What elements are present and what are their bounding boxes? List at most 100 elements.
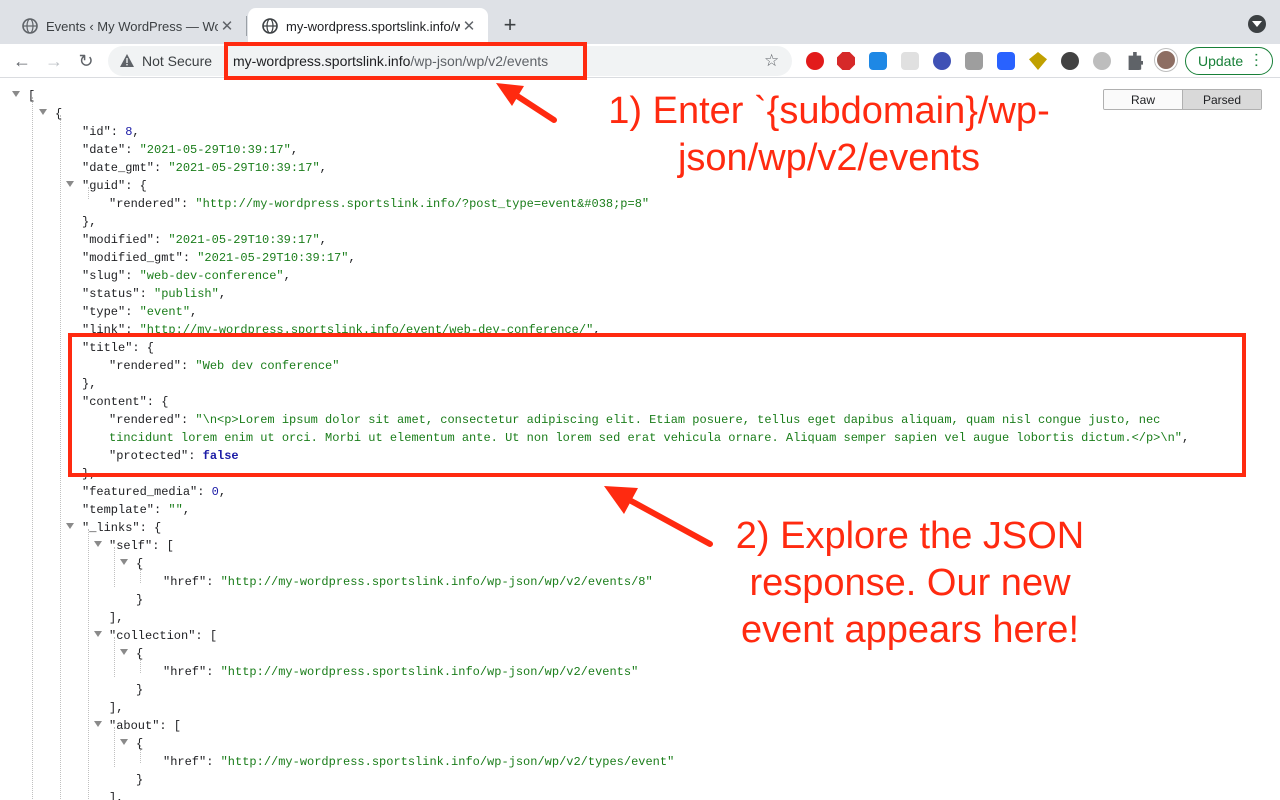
json-object-close: } (136, 593, 144, 607)
json-entry-about: "about": [ (109, 719, 182, 733)
tab-search-icon[interactable] (1248, 15, 1266, 33)
tree-guide (88, 529, 89, 800)
tab-json-events[interactable]: my-wordpress.sportslink.info/wp-json/wp/… (248, 8, 488, 44)
annotation-step2: 2) Explore the JSON response. Our new ev… (718, 513, 1102, 654)
json-value: "2021-05-29T10:39:17" (139, 143, 291, 157)
json-array-close: ], (109, 611, 124, 625)
arrow-to-content-icon (604, 486, 713, 547)
json-entry-id: "id": 8, (82, 125, 140, 139)
json-value: "web-dev-conference" (139, 269, 284, 283)
puzzle-grid-icon[interactable] (901, 52, 919, 70)
json-entry-featured-media: "featured_media": 0, (82, 485, 227, 499)
collapse-arrow-icon[interactable] (94, 721, 102, 727)
collapse-arrow-icon[interactable] (12, 91, 20, 97)
collapse-arrow-icon[interactable] (120, 649, 128, 655)
back-arrow-icon[interactable]: ← (8, 47, 36, 75)
json-entry-date-gmt: "date_gmt": "2021-05-29T10:39:17", (82, 161, 327, 175)
more-menu-icon[interactable]: ··· (1248, 52, 1265, 68)
update-label: Update (1198, 53, 1244, 69)
json-entry-guid: "guid": { (82, 179, 147, 193)
json-entry-slug: "slug": "web-dev-conference", (82, 269, 291, 283)
parsed-button[interactable]: Parsed (1182, 90, 1261, 109)
new-tab-button[interactable]: + (498, 12, 522, 37)
filter-icon[interactable] (965, 52, 983, 70)
collapse-arrow-icon[interactable] (94, 631, 102, 637)
raw-button[interactable]: Raw (1104, 90, 1182, 109)
arrow-to-url-icon (496, 83, 557, 123)
json-value: "publish" (154, 287, 219, 301)
close-tab-icon[interactable]: ✕ (460, 17, 478, 35)
annotation-step2-line3: event appears here! (740, 609, 1079, 651)
json-object-close: }, (82, 215, 97, 229)
tab-title: my-wordpress.sportslink.info/wp-json/wp/… (286, 18, 460, 34)
json-object-open: { (136, 737, 144, 751)
json-value: "2021-05-29T10:39:17" (168, 233, 320, 247)
json-object-close: } (136, 773, 144, 787)
json-entry-links: "_links": { (82, 521, 162, 535)
collapse-arrow-icon[interactable] (120, 739, 128, 745)
json-value: "http://my-wordpress.sportslink.info/wp-… (220, 755, 675, 769)
json-entry-collection-href: "href": "http://my-wordpress.sportslink.… (163, 665, 639, 679)
tab-strip: Events ‹ My WordPress — WordPress ✕ my-w… (0, 0, 1280, 44)
timer-icon[interactable] (1093, 52, 1111, 70)
annotation-step1-line2: json/wp/v2/events (677, 137, 981, 179)
wordpress-globe-icon (22, 18, 38, 34)
json-value: 0 (211, 485, 219, 499)
json-entry-guid-rendered: "rendered": "http://my-wordpress.sportsl… (109, 197, 650, 211)
bookmark-star-icon[interactable]: ☆ (764, 51, 779, 71)
annotation-step1-line1: 1) Enter `{subdomain}/wp- (608, 90, 1050, 132)
json-object-open: { (136, 647, 144, 661)
update-button[interactable]: Update ··· (1185, 47, 1273, 75)
json-array-close: ], (109, 701, 124, 715)
cast-icon[interactable] (869, 52, 887, 70)
profile-avatar[interactable] (1155, 49, 1177, 71)
collapse-arrow-icon[interactable] (66, 181, 74, 187)
json-value: "http://my-wordpress.sportslink.info/?po… (195, 197, 650, 211)
collapse-arrow-icon[interactable] (120, 559, 128, 565)
crop-icon[interactable] (997, 52, 1015, 70)
json-value: "2021-05-29T10:39:17" (168, 161, 320, 175)
adblock-shield-icon[interactable] (806, 52, 824, 70)
forward-arrow-icon[interactable]: → (40, 47, 68, 75)
json-entry-collection: "collection": [ (109, 629, 218, 643)
json-entry-modified: "modified": "2021-05-29T10:39:17", (82, 233, 327, 247)
json-value: "event" (139, 305, 191, 319)
collapse-arrow-icon[interactable] (66, 523, 74, 529)
compass-icon[interactable] (933, 52, 951, 70)
json-value: 8 (125, 125, 133, 139)
json-entry-date: "date": "2021-05-29T10:39:17", (82, 143, 299, 157)
gem-icon[interactable] (1029, 52, 1047, 70)
not-secure-label[interactable]: Not Secure (142, 53, 212, 69)
collapse-arrow-icon[interactable] (94, 541, 102, 547)
warning-triangle-icon (120, 54, 134, 67)
collapse-arrow-icon[interactable] (39, 109, 47, 115)
tab-title: Events ‹ My WordPress — WordPress (46, 18, 218, 34)
json-entry-status: "status": "publish", (82, 287, 227, 301)
view-mode-toggle: Raw Parsed (1103, 89, 1262, 110)
json-object-open: { (136, 557, 144, 571)
tab-wordpress-events[interactable]: Events ‹ My WordPress — WordPress ✕ (8, 8, 246, 44)
json-object-close: } (136, 683, 144, 697)
reload-icon[interactable]: ↻ (72, 47, 100, 75)
json-value: "http://my-wordpress.sportslink.info/wp-… (220, 575, 653, 589)
json-entry-self-href: "href": "http://my-wordpress.sportslink.… (163, 575, 653, 589)
tree-guide (60, 115, 61, 800)
browser-toolbar: ← → ↻ Not Secure my-wordpress.sportslink… (0, 44, 1280, 78)
json-object-open: { (55, 107, 63, 121)
extensions-icon[interactable] (1128, 52, 1143, 70)
content-highlight-box (68, 333, 1246, 477)
json-entry-modified-gmt: "modified_gmt": "2021-05-29T10:39:17", (82, 251, 356, 265)
json-entry-self: "self": [ (109, 539, 174, 553)
json-array-open: [ (28, 89, 36, 103)
json-value: "" (168, 503, 183, 517)
abp-icon[interactable] (837, 52, 855, 70)
moon-icon[interactable] (1061, 52, 1079, 70)
json-value: "2021-05-29T10:39:17" (197, 251, 349, 265)
json-entry-type: "type": "event", (82, 305, 198, 319)
json-entry-about-href: "href": "http://my-wordpress.sportslink.… (163, 755, 675, 769)
tree-guide (32, 97, 33, 800)
json-entry-template: "template": "", (82, 503, 191, 517)
close-tab-icon[interactable]: ✕ (218, 17, 236, 35)
json-array-close: ], (109, 791, 124, 800)
json-value: "http://my-wordpress.sportslink.info/wp-… (220, 665, 639, 679)
